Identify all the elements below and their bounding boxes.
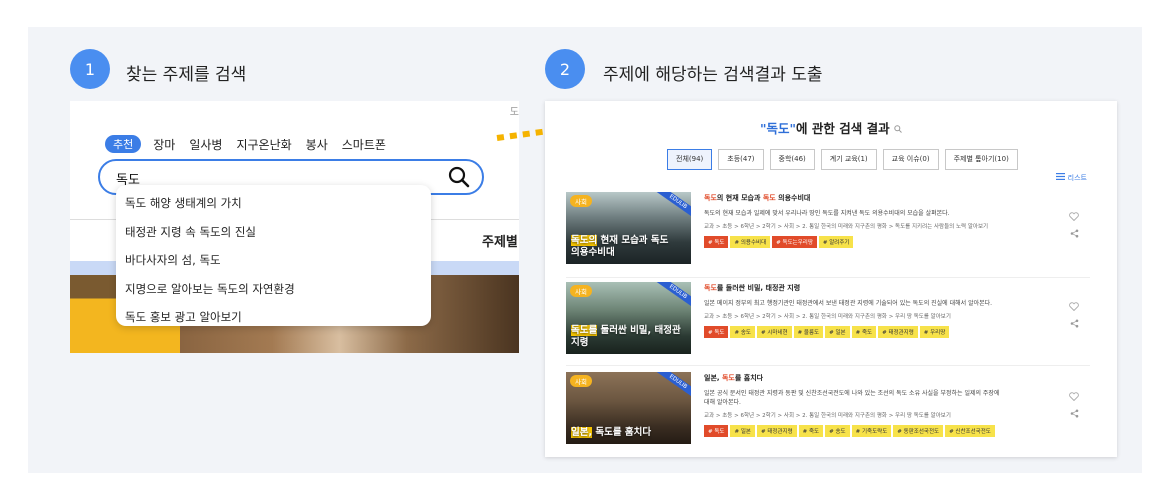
step-1-title: 찾는 주제를 검색 <box>126 65 247 85</box>
result-title[interactable]: 일본, 독도를 훔치다 <box>704 373 1004 383</box>
tag[interactable]: # 의용수비대 <box>730 236 771 248</box>
tag[interactable]: # 알려주기 <box>818 236 854 248</box>
result-thumbnail[interactable]: 사회 EDULIB 독도의 현재 모습과 독도 의용수비대 <box>566 192 691 264</box>
step-1-badge: 1 <box>70 49 110 89</box>
result-thumbnail[interactable]: 사회 EDULIB 일본, 독도를 훔치다 <box>566 372 691 444</box>
filter-chip[interactable]: 계기 교육(1) <box>820 149 877 170</box>
curriculum-path: 교과 > 초등 > 6학년 > 2학기 > 사회 > 2. 통일 한국의 미래와… <box>704 413 951 419</box>
suggestion-item[interactable]: 지명으로 알아보는 독도의 자연환경 <box>116 275 431 304</box>
tab-keyword[interactable]: 봉사 <box>306 136 328 153</box>
filter-chips: 전체(94) 초등(47) 중학(46) 계기 교육(1) 교육 이슈(0) 주… <box>667 149 1018 170</box>
tab-keyword[interactable]: 장마 <box>153 136 175 153</box>
filter-chip-all[interactable]: 전체(94) <box>667 149 713 170</box>
result-description: 일본 메이지 정부의 최고 행정기관인 태정관에서 보낸 태정관 지령에 기술되… <box>704 300 993 307</box>
filter-chip[interactable]: 중학(46) <box>769 149 815 170</box>
tag[interactable]: # 우리땅 <box>919 326 950 338</box>
search-results-screen: "독도"에 관한 검색 결과 전체(94) 초등(47) 중학(46) 계기 교… <box>545 101 1117 457</box>
tag[interactable]: # 송도 <box>730 326 755 338</box>
thumbnail-caption: 독도의 현재 모습과 독도 의용수비대 <box>571 235 669 258</box>
result-title[interactable]: 독도를 둘러싼 비밀, 태정관 지령 <box>704 283 1004 293</box>
suggestion-item[interactable]: 독도 해양 생태계의 가치 <box>116 189 431 218</box>
result-actions <box>1069 302 1079 328</box>
divider <box>566 277 1090 278</box>
tag[interactable]: # 죽도 <box>851 326 877 338</box>
result-item[interactable]: 사회 EDULIB 독도를 둘러싼 비밀, 태정관 지령 독도를 둘러싼 비밀, … <box>566 282 1090 358</box>
brand-ribbon: EDULIB <box>655 282 691 310</box>
tag[interactable]: # 일본 <box>825 326 850 338</box>
share-icon[interactable] <box>1070 319 1079 328</box>
result-actions <box>1069 212 1079 238</box>
tag-list: # 독도 # 의용수비대 # 독도는우리땅 # 알려주기 <box>704 236 1004 248</box>
tag[interactable]: # 독도 <box>704 236 729 248</box>
tag[interactable]: # 태정관지령 <box>878 326 918 338</box>
search-screen: 도 추천 장마 일사병 지구온난화 봉사 스마트폰 독도 주제별 독도 해양 생… <box>70 101 519 353</box>
tab-recommended[interactable]: 추천 <box>105 135 142 153</box>
result-body: 일본, 독도를 훔치다 일본 공식 문서인 태정관 지령과 동판 및 신찬조선국… <box>704 372 1004 437</box>
heart-icon[interactable] <box>1069 302 1079 311</box>
result-body: 독도를 둘러싼 비밀, 태정관 지령 일본 메이지 정부의 최고 행정기관인 태… <box>704 282 1004 338</box>
tab-keyword[interactable]: 지구온난화 <box>236 136 291 153</box>
tag-list: # 독도 # 송도 # 시마네현 # 울릉도 # 일본 # 죽도 # 태정관지령… <box>704 326 1004 338</box>
category-badge: 사회 <box>570 285 592 297</box>
tag[interactable]: # 기죽도략도 <box>851 425 892 437</box>
tag[interactable]: # 죽도 <box>798 425 824 437</box>
step-2-badge: 2 <box>545 49 585 89</box>
autocomplete-dropdown: 독도 해양 생태계의 가치 태정관 지령 속 독도의 진실 바다사자의 섬, 독… <box>116 185 431 326</box>
tag[interactable]: # 태정관지령 <box>756 425 797 437</box>
keyword-tabs: 추천 장마 일사병 지구온난화 봉사 스마트폰 <box>105 135 400 153</box>
divider <box>566 365 1090 366</box>
result-item[interactable]: 사회 EDULIB 일본, 독도를 훔치다 일본, 독도를 훔치다 일본 공식 … <box>566 372 1090 448</box>
suggestion-item[interactable]: 독도 홍보 광고 알아보기 <box>116 303 431 332</box>
tab-keyword[interactable]: 스마트폰 <box>342 136 386 153</box>
share-icon[interactable] <box>1070 229 1079 238</box>
tag-list: # 독도 # 일본 # 태정관지령 # 죽도 # 송도 # 기죽도략도 # 동판… <box>704 425 1004 437</box>
section-label: 주제별 <box>482 235 518 250</box>
filter-chip[interactable]: 교육 이슈(0) <box>882 149 939 170</box>
result-body: 독도의 현재 모습과 독도 의용수비대 독도의 현재 모습과 일제에 맞서 우리… <box>704 192 1004 248</box>
category-badge: 사회 <box>570 375 592 387</box>
suggestion-item[interactable]: 태정관 지령 속 독도의 진실 <box>116 218 431 247</box>
tag[interactable]: # 송도 <box>825 425 850 437</box>
tag[interactable]: # 동판조선국전도 <box>893 425 944 437</box>
thumbnail-caption: 독도를 둘러싼 비밀, 태정관 지령 <box>571 325 681 348</box>
result-actions <box>1069 392 1079 418</box>
category-badge: 사회 <box>570 195 592 207</box>
tag[interactable]: # 시마네현 <box>756 326 792 338</box>
result-item[interactable]: 사회 EDULIB 독도의 현재 모습과 독도 의용수비대 독도의 현재 모습과 … <box>566 192 1090 268</box>
tag[interactable]: # 독도는우리땅 <box>772 236 817 248</box>
tag[interactable]: # 울릉도 <box>793 326 824 338</box>
brand-ribbon: EDULIB <box>655 192 691 220</box>
result-title[interactable]: 독도의 현재 모습과 독도 의용수비대 <box>704 193 1004 203</box>
step-2-title: 주제에 해당하는 검색결과 도출 <box>603 65 823 85</box>
curriculum-path: 교과 > 초등 > 6학년 > 2학기 > 사회 > 2. 통일 한국의 미래와… <box>704 224 989 230</box>
list-icon <box>1056 173 1066 180</box>
tag[interactable]: # 일본 <box>730 425 755 437</box>
result-description: 일본 공식 문서인 태정관 지령과 동판 및 신찬조선국전도에 나와 있는 조선… <box>704 390 1000 406</box>
search-icon <box>894 125 902 133</box>
suggestion-item[interactable]: 바다사자의 섬, 독도 <box>116 246 431 275</box>
tab-keyword[interactable]: 일사병 <box>189 136 222 153</box>
tag[interactable]: # 독도 <box>704 326 729 338</box>
search-icon[interactable] <box>448 166 470 192</box>
tag[interactable]: # 신찬조선국전도 <box>945 425 995 437</box>
thumbnail-caption: 일본, 독도를 훔치다 <box>571 427 652 438</box>
heart-icon[interactable] <box>1069 392 1079 401</box>
filter-chip[interactable]: 초등(47) <box>718 149 764 170</box>
results-title: "독도"에 관한 검색 결과 <box>545 118 1117 137</box>
result-description: 독도의 현재 모습과 일제에 맞서 우리나라 땅인 독도를 지켜낸 독도 의용수… <box>704 210 950 217</box>
curriculum-path: 교과 > 초등 > 6학년 > 2학기 > 사회 > 2. 통일 한국의 미래와… <box>704 314 951 320</box>
tag[interactable]: # 독도 <box>704 425 729 437</box>
share-icon[interactable] <box>1070 409 1079 418</box>
brand-ribbon: EDULIB <box>655 372 691 400</box>
filter-chip[interactable]: 주제별 톺아기(10) <box>944 149 1018 170</box>
list-view-toggle[interactable]: 리스트 <box>1056 173 1087 183</box>
result-thumbnail[interactable]: 사회 EDULIB 독도를 둘러싼 비밀, 태정관 지령 <box>566 282 691 354</box>
heart-icon[interactable] <box>1069 212 1079 221</box>
